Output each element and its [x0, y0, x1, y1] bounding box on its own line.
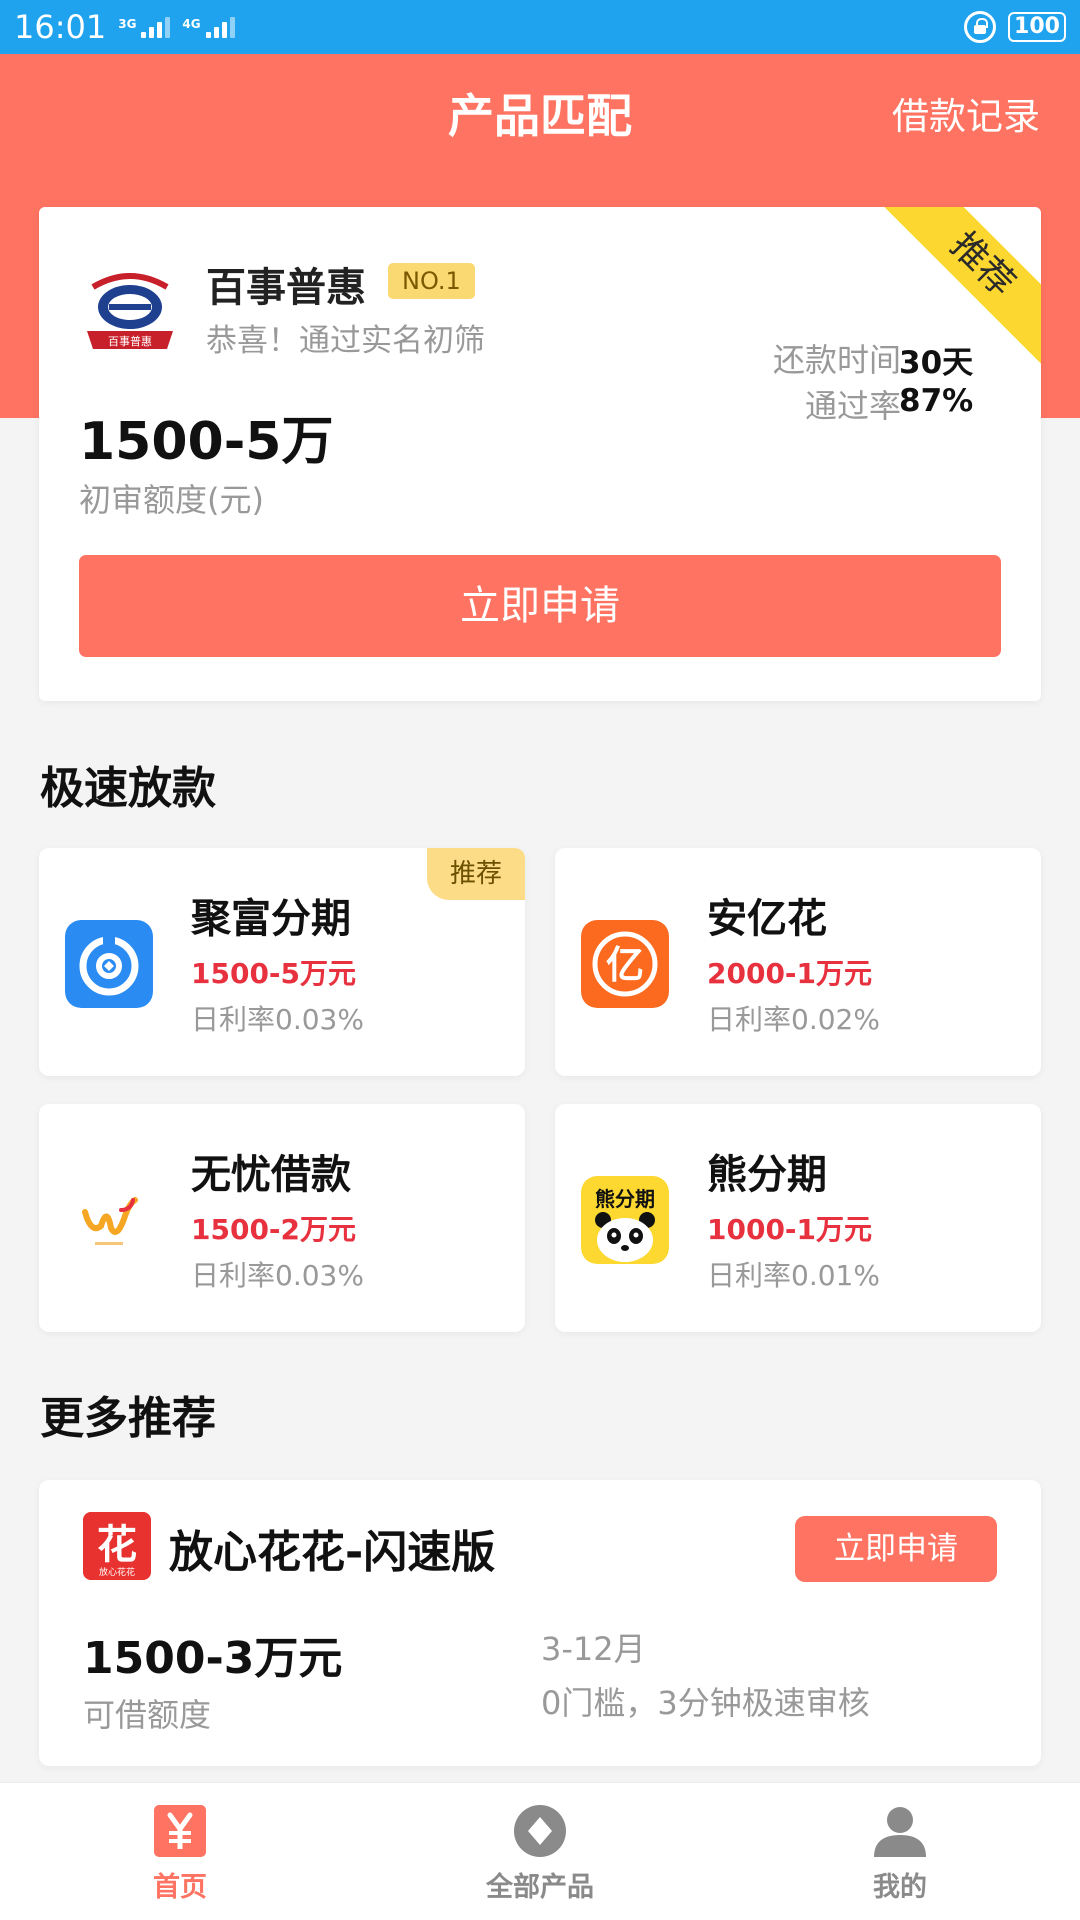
bottom-tab-bar: 首页 全部产品 我的: [0, 1782, 1080, 1920]
rank-badge: NO.1: [388, 263, 475, 299]
tab-home[interactable]: 首页: [0, 1783, 360, 1920]
product-rate: 日利率0.03%: [191, 1259, 364, 1292]
repay-time-label: 还款时间: [772, 341, 901, 379]
jufu-logo-icon: [65, 920, 153, 1008]
home-yuan-icon: [154, 1805, 206, 1857]
xiong-fenqi-panda-icon: 熊分期: [581, 1176, 669, 1264]
tab-mine[interactable]: 我的: [720, 1783, 1080, 1920]
more-product-term: 3-12月: [541, 1630, 646, 1668]
signal-4g-icon: 4G: [182, 16, 235, 38]
svg-text:亿: 亿: [606, 943, 644, 987]
more-product-amount: 1500-3万元: [83, 1633, 343, 1684]
all-products-icon: [514, 1805, 566, 1857]
product-rate: 日利率0.01%: [707, 1259, 880, 1292]
anyihua-logo-icon: 亿: [581, 920, 669, 1008]
baishi-puhui-logo: 百事普惠: [79, 257, 181, 359]
rotation-lock-icon: [964, 11, 996, 43]
product-range: 1500-5万元: [191, 957, 357, 990]
svg-text:放心花花: 放心花花: [99, 1566, 135, 1578]
product-tile[interactable]: 熊分期 熊分期 1000-1万元 日利率0.01%: [555, 1104, 1041, 1332]
product-tile[interactable]: 无忧借款 1500-2万元 日利率0.03%: [39, 1104, 525, 1332]
product-tile[interactable]: 亿 安亿花 2000-1万元 日利率0.02%: [555, 848, 1041, 1076]
pass-rate-value: 87%: [899, 383, 974, 419]
tab-all-products[interactable]: 全部产品: [360, 1783, 720, 1920]
featured-amount-label: 初审额度(元): [79, 481, 264, 519]
featured-amount: 1500-5万: [79, 412, 334, 472]
product-name: 聚富分期: [191, 896, 351, 942]
more-apply-button[interactable]: 立即申请: [795, 1516, 997, 1582]
battery-indicator: 100: [1008, 12, 1066, 42]
more-product-card[interactable]: 花 放心花花 放心花花-闪速版 立即申请 1500-3万元 可借额度 3-12月…: [39, 1480, 1041, 1766]
svg-text:熊分期: 熊分期: [595, 1187, 655, 1211]
more-product-name: 放心花花-闪速版: [169, 1527, 496, 1578]
product-tile[interactable]: 推荐 聚富分期 1500-5万元 日利率0.03%: [39, 848, 525, 1076]
section-title-fast-loan: 极速放款: [40, 763, 216, 814]
featured-subtitle: 恭喜！通过实名初筛: [206, 323, 485, 359]
product-name: 无忧借款: [191, 1152, 351, 1198]
featured-product-name: 百事普惠: [206, 265, 366, 311]
signal-3g-icon: 3G: [118, 16, 171, 38]
pass-rate-label: 通过率: [804, 387, 901, 425]
tab-label: 我的: [873, 1872, 927, 1903]
product-range: 1000-1万元: [707, 1213, 873, 1246]
loan-record-link[interactable]: 借款记录: [892, 86, 1040, 140]
product-rate: 日利率0.03%: [191, 1003, 364, 1036]
apply-now-button[interactable]: 立即申请: [79, 555, 1001, 657]
repay-time-value: 30天: [899, 345, 974, 381]
section-title-more: 更多推荐: [40, 1393, 216, 1444]
status-time: 16:01: [14, 8, 107, 46]
status-bar: 16:01 3G 4G 100: [0, 0, 1080, 54]
more-amount-label: 可借额度: [83, 1696, 212, 1734]
wuyou-logo-icon: [65, 1176, 153, 1264]
product-name: 安亿花: [707, 896, 827, 942]
product-name: 熊分期: [707, 1152, 827, 1198]
tab-label: 首页: [153, 1872, 207, 1903]
fangxin-huahua-logo: 花 放心花花: [83, 1512, 151, 1580]
product-range: 2000-1万元: [707, 957, 873, 990]
product-rate: 日利率0.02%: [707, 1003, 880, 1036]
featured-product-card[interactable]: 推荐 百事普惠 百事普惠 NO.1 恭喜！通过实名初筛 1500-5万 初审额度…: [39, 207, 1041, 701]
svg-text:百事普惠: 百事普惠: [108, 334, 152, 348]
tab-label: 全部产品: [486, 1872, 594, 1903]
app-screen: 16:01 3G 4G 100 产品匹配 借款记录 推荐 百事普惠 百事普惠 N…: [0, 0, 1080, 1920]
product-range: 1500-2万元: [191, 1213, 357, 1246]
user-profile-icon: [874, 1807, 926, 1857]
recommend-tag: 推荐: [427, 848, 525, 900]
svg-text:花: 花: [97, 1522, 137, 1568]
more-product-desc: 0门槛，3分钟极速审核: [541, 1684, 870, 1722]
